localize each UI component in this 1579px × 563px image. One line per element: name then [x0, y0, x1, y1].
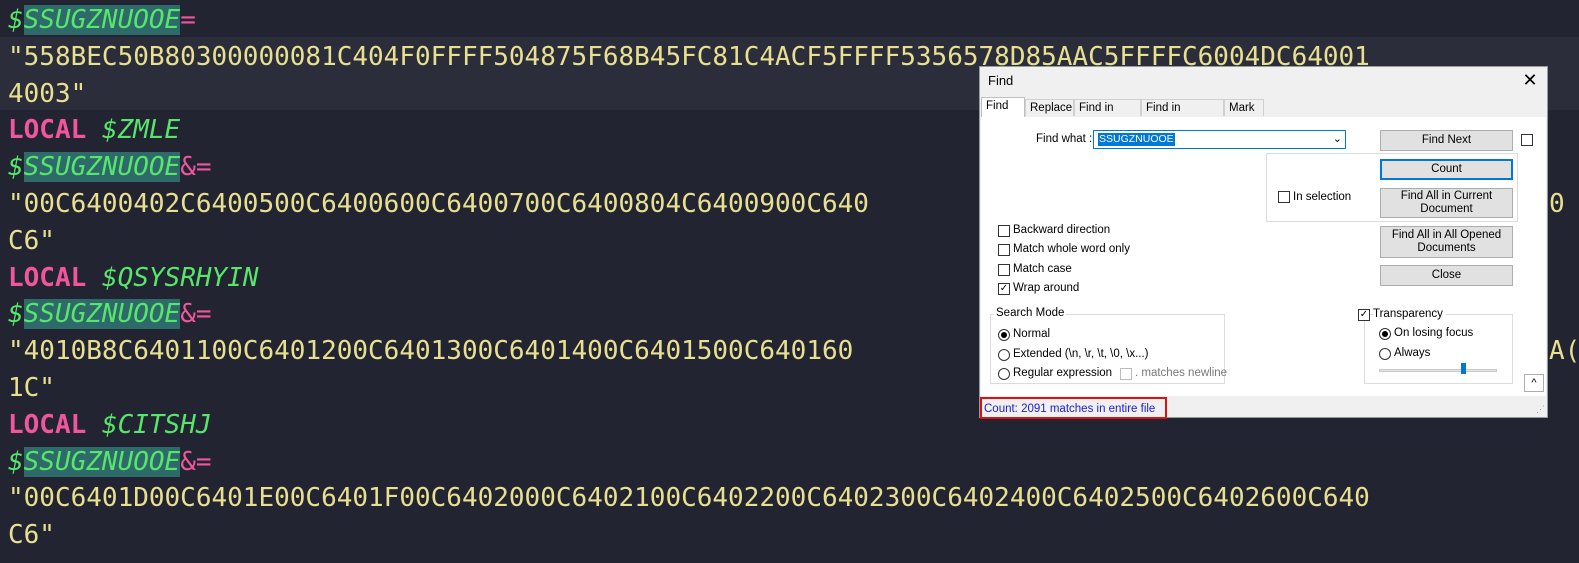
tab-find-in-projects[interactable]: Find in Projects: [1141, 99, 1224, 131]
code-line-string: C6": [8, 517, 55, 553]
regex-label: Regular expression: [1013, 367, 1113, 379]
regex-radio[interactable]: [998, 368, 1010, 380]
keyword: LOCAL: [8, 262, 87, 293]
search-match: SSUGZNUOOE: [23, 5, 181, 35]
extended-radio[interactable]: [998, 349, 1010, 361]
find-what-input[interactable]: SSUGZNUOOE ⌄: [1093, 130, 1346, 149]
wrap-around-label: Wrap around: [1013, 282, 1080, 294]
string-literal: 1C": [8, 373, 55, 403]
tab-mark[interactable]: Mark: [1224, 99, 1264, 116]
resize-grip-icon[interactable]: ⋰: [1536, 404, 1545, 415]
normal-label: Normal: [1013, 328, 1051, 340]
normal-radio[interactable]: [998, 329, 1010, 341]
code-line-string: 1C": [8, 370, 55, 406]
backward-label: Backward direction: [1013, 224, 1111, 236]
match-case-label: Match case: [1013, 263, 1072, 275]
operator: =: [180, 5, 196, 35]
search-match: SSUGZNUOOE: [23, 446, 181, 477]
keyword: LOCAL: [8, 115, 87, 146]
match-case-checkbox[interactable]: [998, 264, 1010, 276]
always-radio[interactable]: [1379, 348, 1391, 360]
search-mode-title: Search Mode: [994, 307, 1067, 319]
find-what-label: Find what :: [1036, 133, 1093, 145]
find-what-value: SSUGZNUOOE: [1098, 133, 1175, 146]
string-literal: 4003": [8, 78, 87, 109]
code-line-string: "00C6400402C6400500C6400600C6400700C6400…: [8, 186, 869, 222]
find-dialog: Find ✕ Find Replace Find in Files Find i…: [979, 66, 1548, 419]
close-icon[interactable]: ✕: [1519, 69, 1541, 91]
keep-open-checkbox[interactable]: [1521, 134, 1533, 146]
always-label: Always: [1394, 347, 1431, 359]
close-button[interactable]: Close: [1380, 265, 1513, 286]
transparency-slider-handle[interactable]: [1460, 363, 1466, 374]
code-line-local: LOCAL $CITSHJ: [8, 407, 212, 443]
on-losing-focus-radio[interactable]: [1379, 328, 1391, 340]
count-button[interactable]: Count: [1380, 159, 1513, 180]
transparency-checkbox[interactable]: ✓: [1358, 309, 1370, 321]
wrap-around-checkbox[interactable]: ✓: [998, 283, 1010, 295]
matches-newline-label: . matches newline: [1135, 367, 1228, 379]
string-literal: C6": [8, 520, 55, 551]
tab-find[interactable]: Find: [981, 97, 1025, 118]
code-line-assignment: $SSUGZNUOOE&=: [8, 152, 212, 183]
collapse-button[interactable]: ^: [1524, 374, 1544, 392]
search-match: SSUGZNUOOE: [23, 152, 181, 183]
string-fragment: A(: [1549, 336, 1579, 367]
code-line-string: 4003": [8, 76, 86, 112]
variable-name: $ZMLE: [101, 115, 181, 146]
on-losing-focus-label: On losing focus: [1394, 327, 1474, 339]
whole-word-checkbox[interactable]: [998, 244, 1010, 256]
transparency-label: Transparency: [1373, 308, 1446, 320]
chevron-down-icon[interactable]: ⌄: [1333, 131, 1342, 148]
tab-replace[interactable]: Replace: [1025, 99, 1074, 116]
code-line-assignment: $SSUGZNUOOE&=: [8, 299, 212, 330]
string-literal: C6": [8, 225, 55, 256]
variable-name: $QSYSRHYIN: [101, 262, 259, 293]
keyword: LOCAL: [8, 409, 87, 440]
string-literal: "4010B8C6401100C6401200C6401300C6401400C…: [8, 336, 854, 367]
operator: &=: [180, 446, 212, 477]
tab-find-in-files[interactable]: Find in Files: [1074, 99, 1141, 131]
in-selection-label: In selection: [1293, 191, 1352, 203]
transparency-slider[interactable]: [1379, 369, 1497, 372]
status-highlight: Count: 2091 matches in entire file: [980, 397, 1167, 419]
code-line-assignment: $SSUGZNUOOE=: [8, 5, 196, 35]
operator: &=: [180, 299, 212, 330]
code-line-string: "4010B8C6401100C6401200C6401300C6401400C…: [8, 333, 853, 369]
search-match: SSUGZNUOOE: [23, 299, 181, 330]
whole-word-label: Match whole word only: [1013, 243, 1130, 255]
backward-checkbox[interactable]: [998, 225, 1010, 237]
find-all-opened-button[interactable]: Find All in All Opened Documents: [1380, 226, 1513, 258]
operator: &=: [180, 152, 212, 183]
status-text: Count: 2091 matches in entire file: [984, 403, 1156, 415]
code-line-local: LOCAL $QSYSRHYIN: [8, 260, 258, 296]
code-line-string: "00C6401D00C6401E00C6401F00C6402000C6402…: [8, 480, 1370, 516]
string-literal: "00C6401D00C6401E00C6401F00C6402000C6402…: [8, 483, 1370, 514]
string-literal: "00C6400402C6400500C6400600C6400700C6400…: [8, 189, 869, 219]
matches-newline-checkbox[interactable]: [1120, 368, 1132, 380]
find-next-button[interactable]: Find Next: [1380, 130, 1513, 151]
code-line-string: C6": [8, 223, 55, 259]
code-line-assignment: $SSUGZNUOOE&=: [8, 446, 212, 477]
string-fragment: 0: [1549, 189, 1565, 219]
in-selection-checkbox[interactable]: [1278, 191, 1290, 203]
find-all-current-button[interactable]: Find All in Current Document: [1380, 188, 1513, 218]
variable-name: $CITSHJ: [101, 409, 212, 440]
code-line-local: LOCAL $ZMLE: [8, 112, 180, 148]
dialog-title: Find: [988, 73, 1014, 88]
extended-label: Extended (\n, \r, \t, \0, \x...): [1013, 348, 1149, 360]
